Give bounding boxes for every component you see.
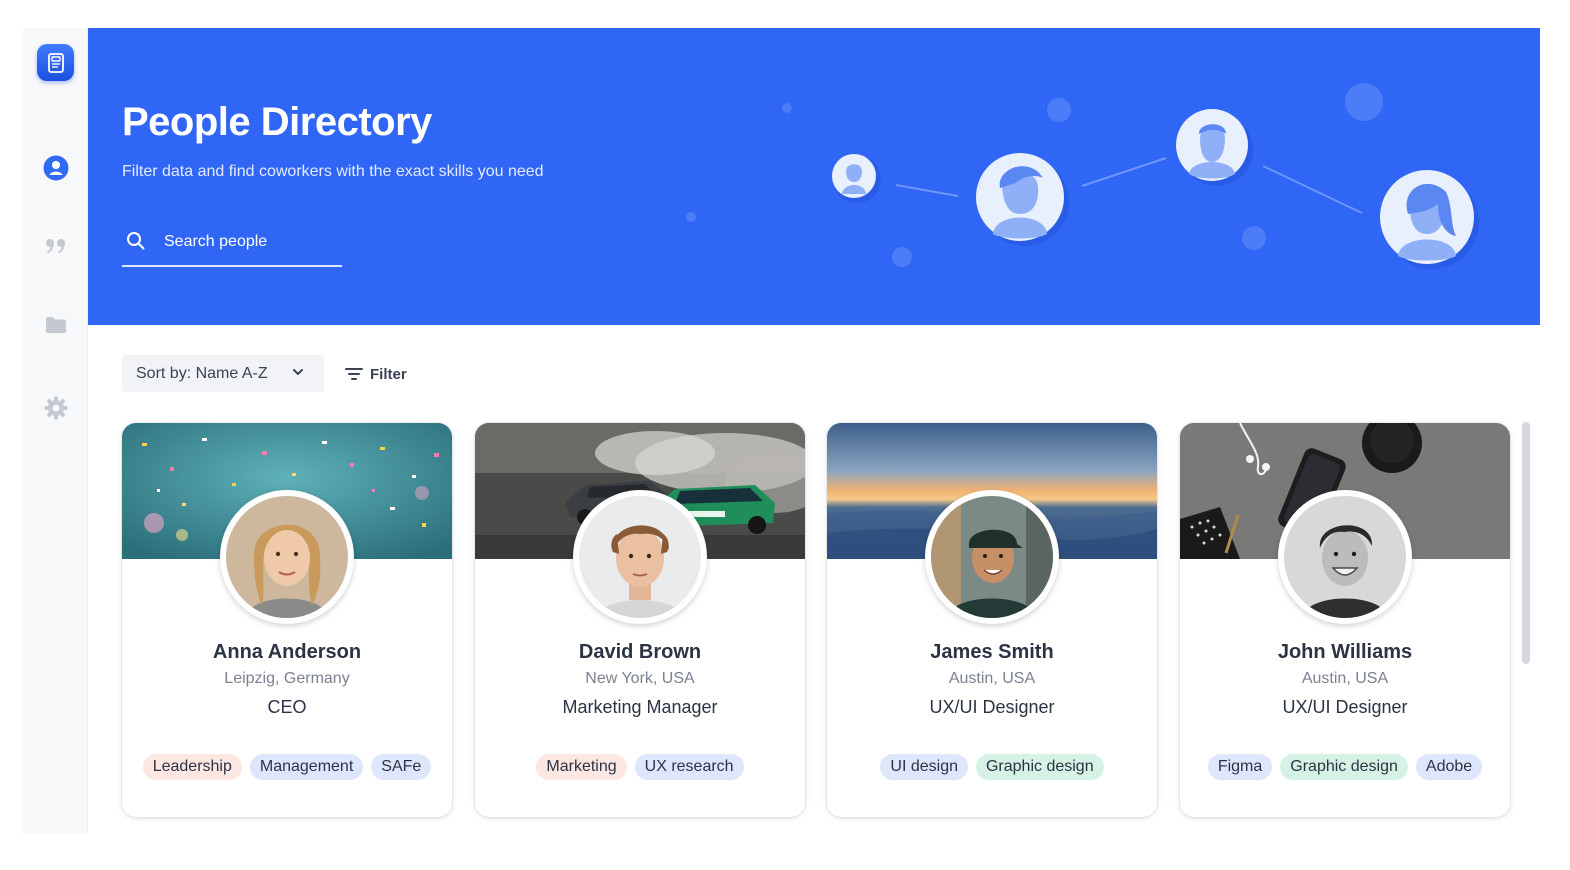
person-card[interactable]: Anna Anderson Leipzig, Germany CEO Leade…	[122, 423, 452, 817]
person-name: David Brown	[578, 641, 702, 663]
sort-dropdown[interactable]: Sort by: Name A-Z	[122, 355, 324, 392]
avatar	[1278, 490, 1412, 624]
skill-tag[interactable]: SAFe	[371, 754, 432, 780]
filter-icon	[345, 368, 363, 380]
page-title: People Directory	[122, 100, 432, 144]
person-location: New York, USA	[585, 670, 695, 687]
skill-tags: Figma Graphic design Adobe	[1180, 754, 1510, 780]
illustration-avatar-2	[976, 153, 1069, 246]
book-icon	[47, 52, 64, 73]
skill-tag[interactable]: UI design	[880, 754, 968, 780]
sidebar-item-people[interactable]	[42, 154, 70, 182]
person-role: UX/UI Designer	[929, 697, 1055, 717]
avatar	[573, 490, 707, 624]
skill-tag[interactable]: Graphic design	[975, 754, 1104, 780]
person-location: Austin, USA	[948, 670, 1036, 687]
skill-tag[interactable]: Marketing	[536, 754, 627, 780]
user-circle-icon	[43, 155, 69, 181]
chevron-down-icon	[293, 369, 303, 375]
sidebar-item-quotes[interactable]	[42, 232, 70, 260]
hero-banner: People Directory Filter data and find co…	[88, 28, 1540, 325]
person-role: Marketing Manager	[562, 697, 718, 717]
person-card[interactable]: David Brown New York, USA Marketing Mana…	[475, 423, 805, 817]
app-logo[interactable]	[37, 44, 74, 81]
person-location: Leipzig, Germany	[224, 670, 350, 687]
quote-icon	[46, 239, 65, 254]
sidebar-item-settings[interactable]	[42, 394, 70, 422]
person-name: James Smith	[930, 641, 1054, 663]
illustration-avatar-1	[832, 154, 881, 203]
app-window: People Directory Filter data and find co…	[23, 28, 1540, 834]
skill-tags: Marketing UX research	[475, 754, 805, 780]
skill-tag[interactable]: Adobe	[1415, 754, 1483, 780]
avatar	[220, 490, 354, 624]
person-name: John Williams	[1277, 641, 1413, 663]
skill-tags: UI design Graphic design	[827, 754, 1157, 780]
person-location: Austin, USA	[1301, 670, 1389, 687]
filter-label: Filter	[370, 365, 407, 383]
avatar	[925, 490, 1059, 624]
folder-icon	[46, 317, 66, 333]
illustration-avatar-4	[1380, 170, 1479, 269]
filter-button[interactable]: Filter	[345, 362, 407, 386]
skill-tags: Leadership Management SAFe	[122, 754, 452, 780]
skill-tag[interactable]: Management	[249, 754, 364, 780]
person-role: UX/UI Designer	[1282, 697, 1408, 717]
person-name: Anna Anderson	[212, 641, 362, 663]
gear-icon	[44, 396, 68, 420]
sort-label: Sort by: Name A-Z	[136, 364, 268, 382]
illustration-avatar-3	[1176, 109, 1253, 186]
skill-tag[interactable]: UX research	[634, 754, 744, 780]
search-input[interactable]	[164, 229, 340, 255]
person-role: CEO	[267, 697, 307, 717]
sidebar-item-files[interactable]	[42, 311, 70, 339]
search-bar	[122, 223, 342, 267]
person-card[interactable]: James Smith Austin, USA UX/UI Designer U…	[827, 423, 1157, 817]
page-subtitle: Filter data and find coworkers with the …	[122, 163, 544, 180]
person-card[interactable]: John Williams Austin, USA UX/UI Designer…	[1180, 423, 1510, 817]
search-icon	[127, 232, 145, 250]
skill-tag[interactable]: Leadership	[142, 754, 242, 780]
skill-tag[interactable]: Graphic design	[1280, 754, 1408, 780]
scrollbar[interactable]	[1522, 422, 1530, 664]
skill-tag[interactable]: Figma	[1207, 754, 1273, 780]
sidebar	[23, 28, 88, 834]
